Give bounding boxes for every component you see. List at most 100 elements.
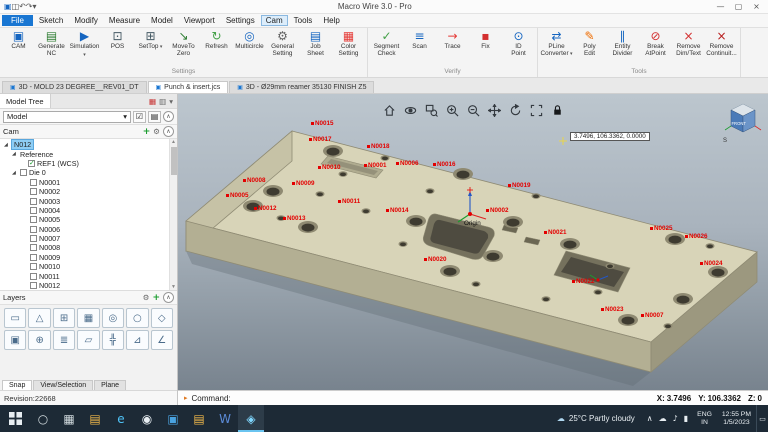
scroll-thumb[interactable] — [171, 147, 177, 175]
menu-viewport[interactable]: Viewport — [179, 15, 220, 26]
tray-expand-icon[interactable]: ∧ — [647, 414, 653, 423]
tree-checkbox[interactable] — [30, 179, 37, 186]
language-indicator[interactable]: ENG IN — [692, 405, 717, 432]
layer-tool-icon-7[interactable]: ◇ — [151, 308, 173, 328]
chrome-icon[interactable]: ◉ — [134, 405, 160, 432]
tree-item[interactable]: ◢ Reference — [2, 149, 169, 158]
layers-collapse-button[interactable]: ∧ — [163, 292, 174, 303]
pos-button[interactable]: ⊡ POS — [101, 29, 134, 68]
layer-tool-icon-2[interactable]: △ — [28, 308, 50, 328]
file-explorer-icon[interactable]: ▤ — [82, 405, 108, 432]
tree-item[interactable]: ◢ N0002 — [2, 187, 169, 196]
layer-tool-icon-14[interactable]: ∠ — [151, 330, 173, 350]
layer-tool-icon-13[interactable]: ⊿ — [126, 330, 148, 350]
tree-checkbox[interactable] — [30, 235, 37, 242]
entity-divider-button[interactable]: ∥ Entity Divider — [606, 29, 639, 68]
tab-snap[interactable]: Snap — [2, 380, 32, 390]
tree-item[interactable]: ◢ Die 0 — [2, 168, 169, 177]
remove-dimtext-button[interactable]: × Remove Dim/Text — [672, 29, 705, 68]
command-prompt-label[interactable]: Command: — [192, 394, 231, 403]
cam-settings-icon[interactable]: ⚙ — [153, 127, 160, 136]
volume-icon[interactable]: ♪ — [673, 414, 678, 423]
layer-tool-icon-8[interactable]: ▣ — [4, 330, 26, 350]
expander-icon[interactable]: ◢ — [12, 151, 18, 157]
menu-measure[interactable]: Measure — [104, 15, 145, 26]
tree-item[interactable]: ◢ N012 — [2, 140, 169, 149]
tab-plane[interactable]: Plane — [94, 380, 126, 390]
action-center-icon[interactable]: ▭ — [756, 405, 768, 432]
minimize-button[interactable]: — — [713, 2, 728, 11]
red-grid-icon[interactable]: ▦ — [149, 97, 156, 106]
settop-button[interactable]: ⊞ SetTop — [134, 29, 167, 68]
folder-icon[interactable]: ▤ — [186, 405, 212, 432]
layer-tool-icon-10[interactable]: ≣ — [53, 330, 75, 350]
scan-button[interactable]: ≡ Scan — [403, 29, 436, 68]
undo-icon[interactable]: ↶ — [19, 2, 26, 11]
redo-icon[interactable]: ↷ — [26, 2, 33, 11]
app-window-icon[interactable]: ▣ — [160, 405, 186, 432]
tree-item[interactable]: ◢ N0010 — [2, 262, 169, 271]
tree-checkbox[interactable] — [30, 263, 37, 270]
color-setting-button[interactable]: ▦ Color Setting — [332, 29, 365, 68]
menu-help[interactable]: Help — [318, 15, 344, 26]
menu-file[interactable]: File — [2, 15, 33, 26]
weather-widget[interactable]: ☁ 25°C Partly cloudy — [549, 405, 643, 432]
menu-sketch[interactable]: Sketch — [34, 15, 68, 26]
tree-item[interactable]: ◢ N0012 — [2, 281, 169, 290]
layer-tool-icon-9[interactable]: ⊕ — [28, 330, 50, 350]
save-icon[interactable]: ◫ — [12, 2, 20, 11]
fix-button[interactable]: ▪ Fix — [469, 29, 502, 68]
generate-nc-button[interactable]: ▤ Generate NC — [35, 29, 68, 68]
layers-settings-icon[interactable]: ⚙ — [143, 293, 150, 302]
viewport[interactable]: FRONT S — [178, 94, 768, 390]
remove-continuity-button[interactable]: × Remove Continuit... — [705, 29, 738, 68]
tree-item[interactable]: ◢ N0008 — [2, 243, 169, 252]
id-point-button[interactable]: ⊙ ID Point — [502, 29, 535, 68]
layer-tool-icon-5[interactable]: ◎ — [102, 308, 124, 328]
cam-button[interactable]: ▣ CAM — [2, 29, 35, 68]
tree-item[interactable]: ◢ N0003 — [2, 196, 169, 205]
tree-item[interactable]: ◢ N0011 — [2, 271, 169, 280]
doc-tab-1[interactable]: ▣ 3D - MOLD 23 DEGREE__REV01_DT — [2, 81, 147, 93]
job-sheet-button[interactable]: ▤ Job Sheet — [299, 29, 332, 68]
layer-tool-icon-4[interactable]: ▦ — [77, 308, 99, 328]
tree-checkbox[interactable] — [30, 216, 37, 223]
tree-checkbox[interactable] — [28, 160, 35, 167]
cam-collapse-button[interactable]: ∧ — [163, 126, 174, 137]
tree-checkbox[interactable] — [30, 188, 37, 195]
close-button[interactable]: × — [749, 2, 764, 11]
tree-checkbox[interactable] — [30, 226, 37, 233]
tree-item[interactable]: ◢ N0005 — [2, 215, 169, 224]
tree-scrollbar[interactable]: ▲ ▼ — [169, 139, 177, 290]
menu-modify[interactable]: Modify — [69, 15, 103, 26]
panel-dropdown-icon[interactable]: ▾ — [169, 97, 173, 106]
layer-tool-icon-3[interactable]: ⊞ — [53, 308, 75, 328]
layers-add-button[interactable]: + — [152, 293, 160, 303]
trace-button[interactable]: → Trace — [436, 29, 469, 68]
macro-wire-icon[interactable]: ◈ — [238, 405, 264, 432]
expander-icon[interactable]: ◢ — [12, 170, 18, 176]
layer-tool-icon-11[interactable]: ▱ — [77, 330, 99, 350]
segment-check-button[interactable]: ✓ Segment Check — [370, 29, 403, 68]
tree-item[interactable]: ◢ REF1 (WCS) — [2, 159, 169, 168]
task-view-icon[interactable]: ▦ — [56, 405, 82, 432]
menu-cam[interactable]: Cam — [261, 15, 288, 26]
doc-tab-3[interactable]: ▣ 3D - Ø29mm reamer 35130 FINISH Z5 — [229, 81, 374, 93]
word-icon[interactable]: W — [212, 405, 238, 432]
tree-checkbox[interactable] — [30, 244, 37, 251]
gray-grid-icon[interactable]: ▥ — [159, 97, 166, 106]
expander-icon[interactable]: ◢ — [4, 142, 10, 148]
tree-checkbox[interactable] — [30, 254, 37, 261]
tree-item[interactable]: ◢ N0009 — [2, 253, 169, 262]
doc-tab-2[interactable]: ▣ Punch & insert.jcs — [148, 81, 229, 93]
tree-item[interactable]: ◢ N0006 — [2, 225, 169, 234]
layer-tool-icon-1[interactable]: ▭ — [4, 308, 26, 328]
poly-edit-button[interactable]: ✎ Poly Edit — [573, 29, 606, 68]
clock[interactable]: 12:55 PM 1/5/2023 — [717, 405, 756, 432]
menu-model[interactable]: Model — [146, 15, 178, 26]
tree-item[interactable]: ◢ N0001 — [2, 178, 169, 187]
layer-tool-icon-6[interactable]: ○ — [126, 308, 148, 328]
tree-item[interactable]: ◢ N0007 — [2, 234, 169, 243]
simulation-button[interactable]: ▶ Simulation — [68, 29, 101, 68]
list-display-button[interactable]: ▤ — [148, 111, 161, 123]
